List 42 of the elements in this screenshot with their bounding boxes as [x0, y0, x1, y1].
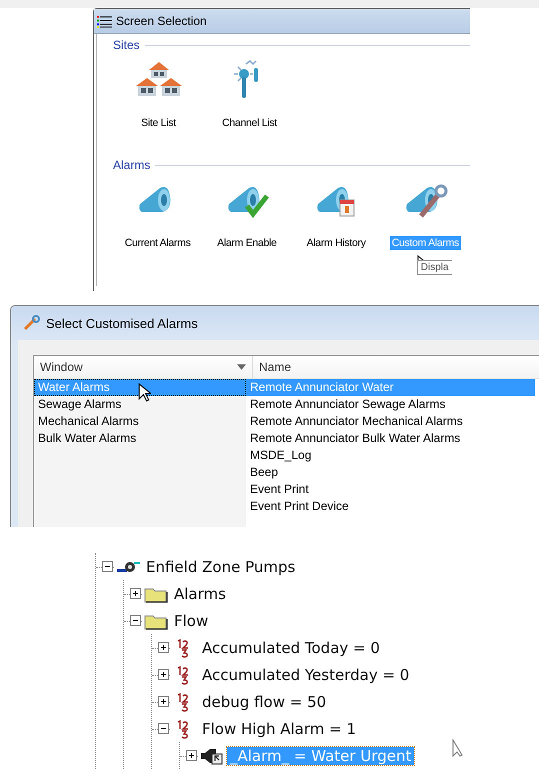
group-heading: Sites: [113, 38, 140, 52]
alarm-name[interactable]: Remote Annunciator Bulk Water Alarms: [246, 430, 535, 447]
tooltip: Displa: [416, 260, 452, 275]
window-title: Screen Selection: [116, 14, 207, 28]
tree-item[interactable]: Alarms: [171, 584, 229, 602]
column-header[interactable]: Window: [40, 360, 83, 374]
expand-icon[interactable]: [130, 588, 141, 599]
column-header[interactable]: Name: [259, 360, 292, 374]
window-item[interactable]: Bulk Water Alarms: [34, 430, 246, 447]
mouse-pointer-icon: [452, 739, 464, 757]
tree-item[interactable]: Flow: [171, 612, 212, 630]
expand-icon[interactable]: [158, 642, 169, 653]
alarm-name[interactable]: Event Print: [246, 481, 535, 498]
window-item[interactable]: Sewage Alarms: [34, 396, 246, 413]
window-item[interactable]: Mechanical Alarms: [34, 413, 246, 430]
tree-item[interactable]: Enfield Zone Pumps: [143, 558, 298, 576]
tree-item[interactable]: Accumulated Today = 0: [199, 638, 383, 656]
alarm-name[interactable]: Remote Annunciator Sewage Alarms: [246, 396, 535, 413]
collapse-icon[interactable]: [130, 615, 141, 626]
screen-option[interactable]: Channel List: [220, 116, 279, 130]
alarm-name[interactable]: Beep: [246, 464, 535, 481]
tree-item[interactable]: Accumulated Yesterday = 0: [199, 666, 412, 684]
screen-option[interactable]: Alarm History: [304, 236, 368, 250]
alarm-name[interactable]: Event Print Device: [246, 498, 535, 515]
alarm-name[interactable]: Remote Annunciator Mechanical Alarms: [246, 413, 535, 430]
wrench-icon: [23, 315, 41, 331]
expand-icon[interactable]: [186, 750, 197, 761]
alarm-name[interactable]: MSDE_Log: [246, 447, 535, 464]
expand-icon[interactable]: [158, 669, 169, 680]
collapse-icon[interactable]: [102, 561, 113, 572]
expand-icon[interactable]: [158, 696, 169, 707]
window-title: Select Customised Alarms: [46, 316, 198, 330]
list-icon: [97, 14, 112, 28]
screen-option[interactable]: Current Alarms: [122, 236, 193, 250]
dropdown-arrow-icon[interactable]: [237, 364, 246, 370]
tree-item[interactable]: debug flow = 50: [199, 692, 330, 710]
mouse-pointer-icon: [138, 383, 151, 402]
screen-option[interactable]: Alarm Enable: [215, 236, 279, 250]
group-heading: Alarms: [113, 158, 150, 172]
screen-option[interactable]: Site List: [139, 116, 178, 130]
tree-item[interactable]: Flow High Alarm = 1: [199, 720, 360, 738]
collapse-icon[interactable]: [158, 723, 169, 734]
